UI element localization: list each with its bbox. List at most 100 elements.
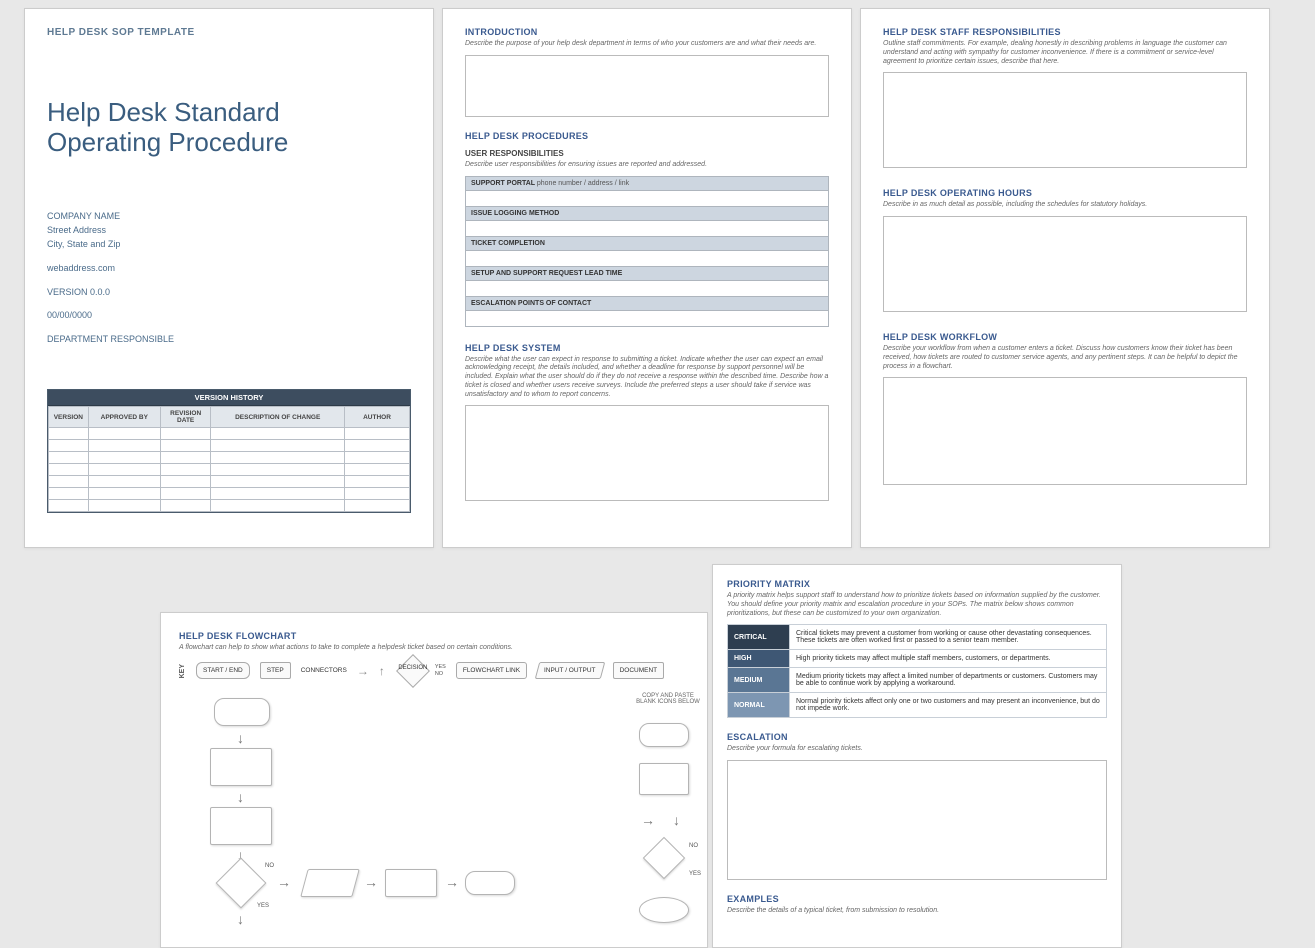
pm-desc-normal: Normal priority tickets affect only one …	[790, 693, 1107, 718]
escalation-heading: ESCALATION	[727, 732, 1107, 742]
palette-ellipse-shape[interactable]	[639, 897, 689, 923]
flow-decision-shape[interactable]	[223, 865, 259, 901]
page-staff: HELP DESK STAFF RESPONSIBILITIES Outline…	[860, 8, 1270, 548]
company-web: webaddress.com	[47, 262, 411, 276]
palette-step-shape[interactable]	[639, 763, 689, 795]
examples-desc: Describe the details of a typical ticket…	[727, 907, 1107, 916]
examples-heading: EXAMPLES	[727, 894, 1107, 904]
flow-step-shape[interactable]	[210, 807, 272, 845]
pm-row-normal: NORMAL Normal priority tickets affect on…	[728, 693, 1107, 718]
hours-textbox[interactable]	[883, 216, 1247, 312]
vh-row	[49, 452, 410, 464]
procedures-table: SUPPORT PORTAL phone number / address / …	[465, 176, 829, 327]
flow-end-shape[interactable]	[465, 871, 515, 895]
palette-start-shape[interactable]	[639, 723, 689, 747]
workflow-textbox[interactable]	[883, 377, 1247, 485]
arrow-right-icon: →	[445, 875, 459, 889]
company-city: City, State and Zip	[47, 238, 411, 252]
arrow-right-icon: →	[364, 875, 378, 889]
proc-row-input[interactable]	[466, 310, 829, 326]
version-text: VERSION 0.0.0	[47, 286, 411, 300]
system-textbox[interactable]	[465, 405, 829, 501]
key-connectors-label: CONNECTORS	[301, 667, 347, 674]
company-meta: COMPANY NAME Street Address City, State …	[47, 210, 411, 348]
escalation-textbox[interactable]	[727, 760, 1107, 880]
key-input-output: INPUT / OUTPUT	[535, 662, 605, 679]
vh-col-desc: DESCRIPTION OF CHANGE	[211, 407, 345, 428]
proc-row-input[interactable]	[466, 220, 829, 236]
system-heading: HELP DESK SYSTEM	[465, 343, 829, 353]
introduction-textbox[interactable]	[465, 55, 829, 117]
flow-step-shape[interactable]	[385, 869, 437, 897]
vh-col-approved: APPROVED BY	[88, 407, 160, 428]
vh-col-revdate: REVISION DATE	[160, 407, 211, 428]
no-label: NO	[689, 843, 698, 849]
proc-row-input[interactable]	[466, 280, 829, 296]
hours-heading: HELP DESK OPERATING HOURS	[883, 188, 1247, 198]
company-street: Street Address	[47, 224, 411, 238]
introduction-heading: INTRODUCTION	[465, 27, 829, 37]
staff-resp-desc: Outline staff commitments. For example, …	[883, 40, 1247, 66]
key-start-end: START / END	[196, 662, 250, 679]
vh-row	[49, 488, 410, 500]
flowchart-heading: HELP DESK FLOWCHART	[179, 631, 689, 641]
pm-label-critical: CRITICAL	[728, 625, 790, 650]
vh-row	[49, 428, 410, 440]
priority-matrix-heading: PRIORITY MATRIX	[727, 579, 1107, 589]
key-flow-link: FLOWCHART LINK	[456, 662, 527, 679]
proc-row-label: TICKET COMPLETION	[466, 236, 829, 250]
proc-row-input[interactable]	[466, 190, 829, 206]
user-resp-desc: Describe user responsibilities for ensur…	[465, 161, 829, 170]
priority-matrix-table: CRITICAL Critical tickets may prevent a …	[727, 624, 1107, 718]
pm-desc-critical: Critical tickets may prevent a customer …	[790, 625, 1107, 650]
pm-label-high: HIGH	[728, 650, 790, 668]
page-procedures: INTRODUCTION Describe the purpose of you…	[442, 8, 852, 548]
pm-row-critical: CRITICAL Critical tickets may prevent a …	[728, 625, 1107, 650]
proc-row-label: ISSUE LOGGING METHOD	[466, 206, 829, 220]
version-history-header: VERSION HISTORY	[48, 390, 410, 406]
flow-io-shape[interactable]	[300, 869, 360, 897]
page-flowchart: HELP DESK FLOWCHART A flowchart can help…	[160, 612, 708, 948]
doc-title-line1: Help Desk Standard	[47, 98, 411, 128]
procedures-heading: HELP DESK PROCEDURES	[465, 131, 829, 141]
template-label: HELP DESK SOP TEMPLATE	[47, 27, 411, 38]
escalation-desc: Describe your formula for escalating tic…	[727, 745, 1107, 754]
flowchart-key: KEY START / END STEP CONNECTORS → ↑ DECI…	[179, 659, 689, 683]
palette-decision-shape[interactable]	[649, 843, 679, 873]
key-yes-no: YES NO	[435, 664, 446, 678]
flow-start-shape[interactable]	[214, 698, 270, 726]
arrow-right-icon: →	[277, 875, 291, 889]
staff-resp-textbox[interactable]	[883, 72, 1247, 168]
pm-desc-medium: Medium priority tickets may affect a lim…	[790, 668, 1107, 693]
introduction-desc: Describe the purpose of your help desk d…	[465, 40, 829, 49]
key-decision: DECISION	[395, 659, 431, 683]
doc-title-line2: Operating Procedure	[47, 128, 411, 158]
yes-label: YES	[689, 871, 701, 877]
user-resp-subheading: USER RESPONSIBILITIES	[465, 149, 829, 158]
version-history-table: VERSION HISTORY VERSION APPROVED BY REVI…	[47, 389, 411, 513]
pm-label-normal: NORMAL	[728, 693, 790, 718]
proc-row-label: ESCALATION POINTS OF CONTACT	[466, 296, 829, 310]
vh-row	[49, 500, 410, 512]
no-label: NO	[265, 863, 274, 869]
vh-col-version: VERSION	[49, 407, 89, 428]
workflow-desc: Describe your workflow from when a custo…	[883, 345, 1247, 371]
arrow-down-icon: ↓	[673, 813, 680, 827]
pm-row-high: HIGH High priority tickets may affect mu…	[728, 650, 1107, 668]
pm-label-medium: MEDIUM	[728, 668, 790, 693]
vh-col-author: AUTHOR	[345, 407, 410, 428]
key-step: STEP	[260, 662, 291, 679]
yes-label: YES	[257, 903, 269, 909]
workflow-heading: HELP DESK WORKFLOW	[883, 332, 1247, 342]
arrow-right-icon: →	[641, 813, 655, 827]
date-text: 00/00/0000	[47, 309, 411, 323]
system-desc: Describe what the user can expect in res…	[465, 356, 829, 400]
page-priority: PRIORITY MATRIX A priority matrix helps …	[712, 564, 1122, 948]
flow-step-shape[interactable]	[210, 748, 272, 786]
arrow-down-icon: ↓	[237, 731, 244, 745]
vh-row	[49, 476, 410, 488]
flowchart-desc: A flowchart can help to show what action…	[179, 644, 689, 653]
hours-desc: Describe in as much detail as possible, …	[883, 201, 1247, 210]
proc-row-input[interactable]	[466, 250, 829, 266]
proc-row-label: SETUP AND SUPPORT REQUEST LEAD TIME	[466, 266, 829, 280]
